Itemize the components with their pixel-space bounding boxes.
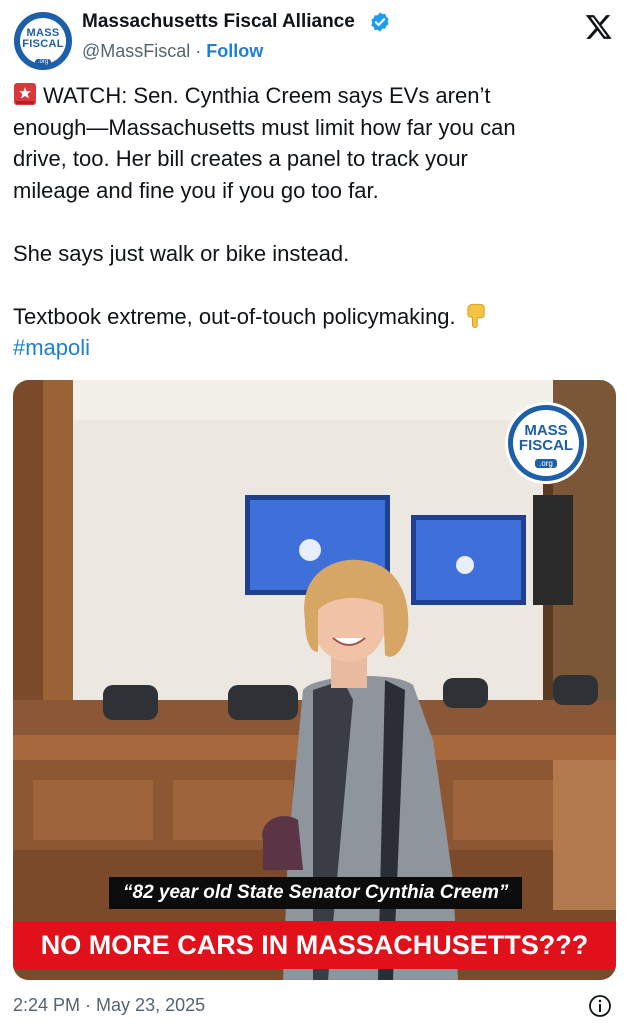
author-handle[interactable]: @MassFiscal [82, 41, 190, 61]
tweet-line-4: mileage and fine you if you go too far. [13, 177, 379, 203]
video-banner: NO MORE CARS IN MASSACHUSETTS??? [13, 921, 616, 969]
tweet-text: WATCH: Sen. Cynthia Creem says EVs aren’… [13, 80, 613, 364]
tweet-paragraph-2: She says just walk or bike instead. [13, 240, 350, 266]
tweet-paragraph-3: Textbook extreme, out-of-touch policymak… [13, 301, 613, 333]
watermark-inner: MASS FISCAL .org [513, 410, 579, 476]
tweet-line-2: enough—Massachusetts must limit how far … [13, 114, 516, 140]
mass-fiscal-watermark: MASS FISCAL .org [505, 402, 587, 484]
timestamp-separator: · [80, 995, 97, 1015]
watermark-text-org: .org [535, 459, 557, 468]
tweet-header: MASS FISCAL .org Massachusetts Fiscal Al… [0, 0, 627, 76]
hashtag-link[interactable]: #mapoli [13, 332, 613, 364]
x-logo-icon[interactable] [584, 12, 614, 42]
author-name[interactable]: Massachusetts Fiscal Alliance [82, 10, 355, 34]
watermark-text-mass: MASS [524, 422, 568, 439]
handle-separator: · [190, 41, 207, 61]
tweet-paragraph-3-text: Textbook extreme, out-of-touch policymak… [13, 303, 456, 329]
tweet-line-1-text: WATCH: Sen. Cynthia Creem says EVs aren’… [43, 83, 491, 108]
follow-button[interactable]: Follow [206, 41, 263, 61]
info-icon[interactable] [588, 994, 612, 1018]
timestamp-time: 2:24 PM [13, 995, 81, 1015]
avatar-logo: MASS FISCAL .org [20, 18, 66, 66]
handle-line: @MassFiscal · Follow [82, 39, 263, 63]
avatar[interactable]: MASS FISCAL .org [14, 12, 72, 70]
tweet-timestamp[interactable]: 2:24 PM · May 23, 2025 [13, 993, 205, 1017]
watermark-text-fiscal: FISCAL [518, 437, 574, 454]
pointing-down-emoji-icon [467, 303, 485, 328]
hashtag-mapoli[interactable]: #mapoli [13, 335, 90, 360]
avatar-text-fiscal: FISCAL [22, 38, 64, 50]
video-media[interactable]: MASS FISCAL .org “82 year old State Sena… [13, 380, 616, 980]
video-caption: “82 year old State Senator Cynthia Creem… [109, 877, 523, 909]
tweet-line-3: drive, too. Her bill creates a panel to … [13, 146, 468, 171]
verified-badge-icon [371, 12, 389, 32]
siren-emoji-icon [14, 83, 36, 105]
timestamp-date: May 23, 2025 [96, 995, 206, 1015]
avatar-text-org: .org [34, 59, 52, 66]
tweet-line-1: WATCH: Sen. Cynthia Creem says EVs aren’… [13, 80, 613, 112]
